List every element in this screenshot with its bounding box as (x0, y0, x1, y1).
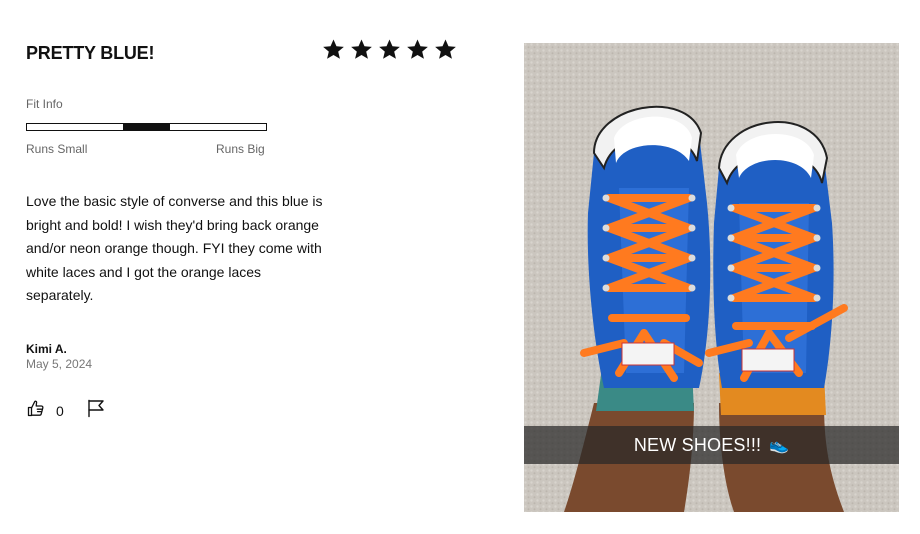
helpful-count: 0 (56, 402, 64, 419)
report-button[interactable] (86, 398, 106, 423)
review-card: PRETTY BLUE! Fit Info Runs Small Runs Bi… (0, 0, 920, 534)
star-rating (322, 38, 457, 61)
fit-min-label: Runs Small (26, 142, 88, 156)
star-icon (407, 39, 428, 59)
review-date: May 5, 2024 (26, 357, 93, 371)
sneaker-icon: 👟 (769, 437, 790, 454)
review-body: Love the basic style of converse and thi… (26, 193, 323, 303)
photo-caption-bar: NEW SHOES!!! 👟 (524, 426, 899, 464)
star-icon (323, 39, 344, 59)
star-icon (351, 39, 372, 59)
review-actions: 0 (26, 398, 106, 423)
review-photo[interactable]: NEW SHOES!!! 👟 (524, 43, 899, 512)
photo-caption: NEW SHOES!!! (633, 434, 762, 455)
flag-icon (86, 398, 106, 423)
fit-info-label: Fit Info (26, 97, 63, 111)
fit-scale-bar (26, 123, 267, 131)
star-icon (379, 39, 400, 59)
reviewer-name: Kimi A. (26, 342, 67, 356)
thumbs-up-icon (26, 398, 46, 423)
star-icon (435, 39, 456, 59)
fit-scale-marker (123, 124, 170, 130)
helpful-button[interactable]: 0 (26, 398, 64, 423)
fit-max-label: Runs Big (216, 142, 265, 156)
review-title: PRETTY BLUE! (26, 43, 155, 63)
